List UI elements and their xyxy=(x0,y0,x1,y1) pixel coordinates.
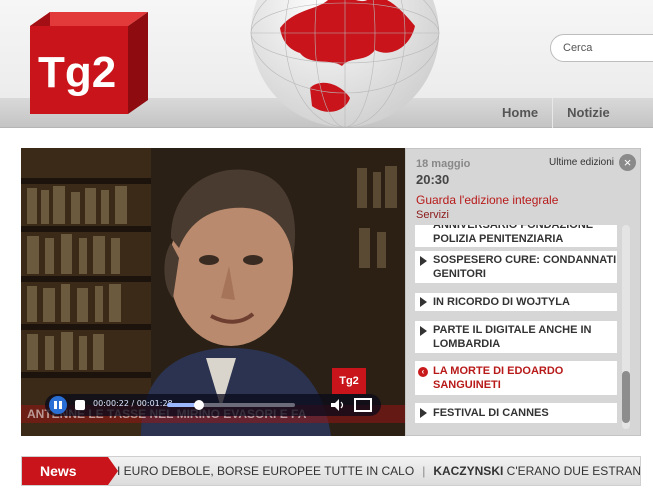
list-item-label: PARTE IL DIGITALE ANCHE IN LOMBARDIA xyxy=(433,324,592,350)
stop-button[interactable] xyxy=(75,400,85,410)
ticker-item-text[interactable]: C'ERANO DUE ESTRAN xyxy=(507,464,640,478)
bullet-icon: ‹ xyxy=(418,367,428,377)
ticker-item[interactable]: I EURO DEBOLE, BORSE EUROPEE TUTTE IN CA… xyxy=(117,464,414,478)
nav-home[interactable]: Home xyxy=(488,98,552,128)
list-item[interactable]: ANNIVERSARIO FONDAZIONE POLIZIA PENITENZ… xyxy=(415,225,617,247)
main-nav: Home Notizie xyxy=(488,98,624,128)
arrow-right-icon xyxy=(420,408,427,418)
nav-notizie[interactable]: Notizie xyxy=(552,98,624,128)
tg2-logo[interactable]: Tg2 xyxy=(30,12,148,114)
list-item[interactable]: SOSPESERO CURE: CONDANNATI GENITORI xyxy=(415,251,617,283)
scrollbar-thumb[interactable] xyxy=(622,371,630,423)
list-item-active[interactable]: ‹ LA MORTE DI EDOARDO SANGUINETI xyxy=(415,361,617,395)
ticker-item-head[interactable]: KACZYNSKI xyxy=(433,464,503,478)
list-item-label: IN RICORDO DI WOJTYLA xyxy=(433,296,570,308)
ticker-separator: | xyxy=(422,464,426,478)
list-item[interactable]: IN RICORDO DI WOJTYLA xyxy=(415,293,617,311)
list-item[interactable]: PARTE IL DIGITALE ANCHE IN LOMBARDIA xyxy=(415,321,617,353)
edition-panel: 18 maggio 20:30 Ultime edizioni × Guarda… xyxy=(405,148,641,436)
list-item-label: LA MORTE DI EDOARDO SANGUINETI xyxy=(433,365,564,391)
pause-button[interactable] xyxy=(49,396,67,414)
arrow-right-icon xyxy=(420,326,427,336)
list-item[interactable]: FESTIVAL DI CANNES xyxy=(415,403,617,423)
close-icon[interactable]: × xyxy=(619,154,636,171)
news-label[interactable]: News xyxy=(22,457,118,485)
time-readout: 00:00:22 / 00:01:28 xyxy=(93,399,173,408)
page: Tg2 Home Notizie xyxy=(0,0,653,501)
globe-icon xyxy=(250,0,440,128)
ultime-edizioni-link[interactable]: Ultime edizioni xyxy=(549,157,614,168)
servizi-list: ANNIVERSARIO FONDAZIONE POLIZIA PENITENZ… xyxy=(415,225,617,425)
tg2-watermark: Tg2 xyxy=(332,368,366,394)
seek-bar[interactable] xyxy=(167,400,295,410)
news-ticker[interactable]: I EURO DEBOLE, BORSE EUROPEE TUTTE IN CA… xyxy=(117,457,640,485)
news-ticker-bar: News I EURO DEBOLE, BORSE EUROPEE TUTTE … xyxy=(21,456,641,486)
logo-text: Tg2 xyxy=(38,48,116,97)
search-input[interactable] xyxy=(550,34,653,62)
player-controls: 00:00:22 / 00:01:28 xyxy=(45,394,381,416)
arrow-right-icon xyxy=(420,256,427,266)
edition-date: 18 maggio xyxy=(416,158,471,170)
servizi-heading: Servizi xyxy=(416,209,450,221)
list-item-label: ANNIVERSARIO FONDAZIONE POLIZIA PENITENZ… xyxy=(433,225,594,245)
seek-handle[interactable] xyxy=(194,400,204,410)
list-scrollbar[interactable] xyxy=(622,225,630,429)
volume-icon[interactable] xyxy=(331,399,345,411)
video-player[interactable]: ANTENNE LE TASSE NEL MIRINO EVASORI E FA… xyxy=(21,148,405,436)
list-item-label: SOSPESERO CURE: CONDANNATI GENITORI xyxy=(433,254,617,280)
edition-time: 20:30 xyxy=(416,172,450,187)
guarda-edizione-link[interactable]: Guarda l'edizione integrale xyxy=(416,193,558,207)
header: Tg2 Home Notizie xyxy=(0,0,653,128)
arrow-right-icon xyxy=(420,297,427,307)
fullscreen-icon[interactable] xyxy=(354,398,372,412)
list-item-label: FESTIVAL DI CANNES xyxy=(433,407,549,419)
